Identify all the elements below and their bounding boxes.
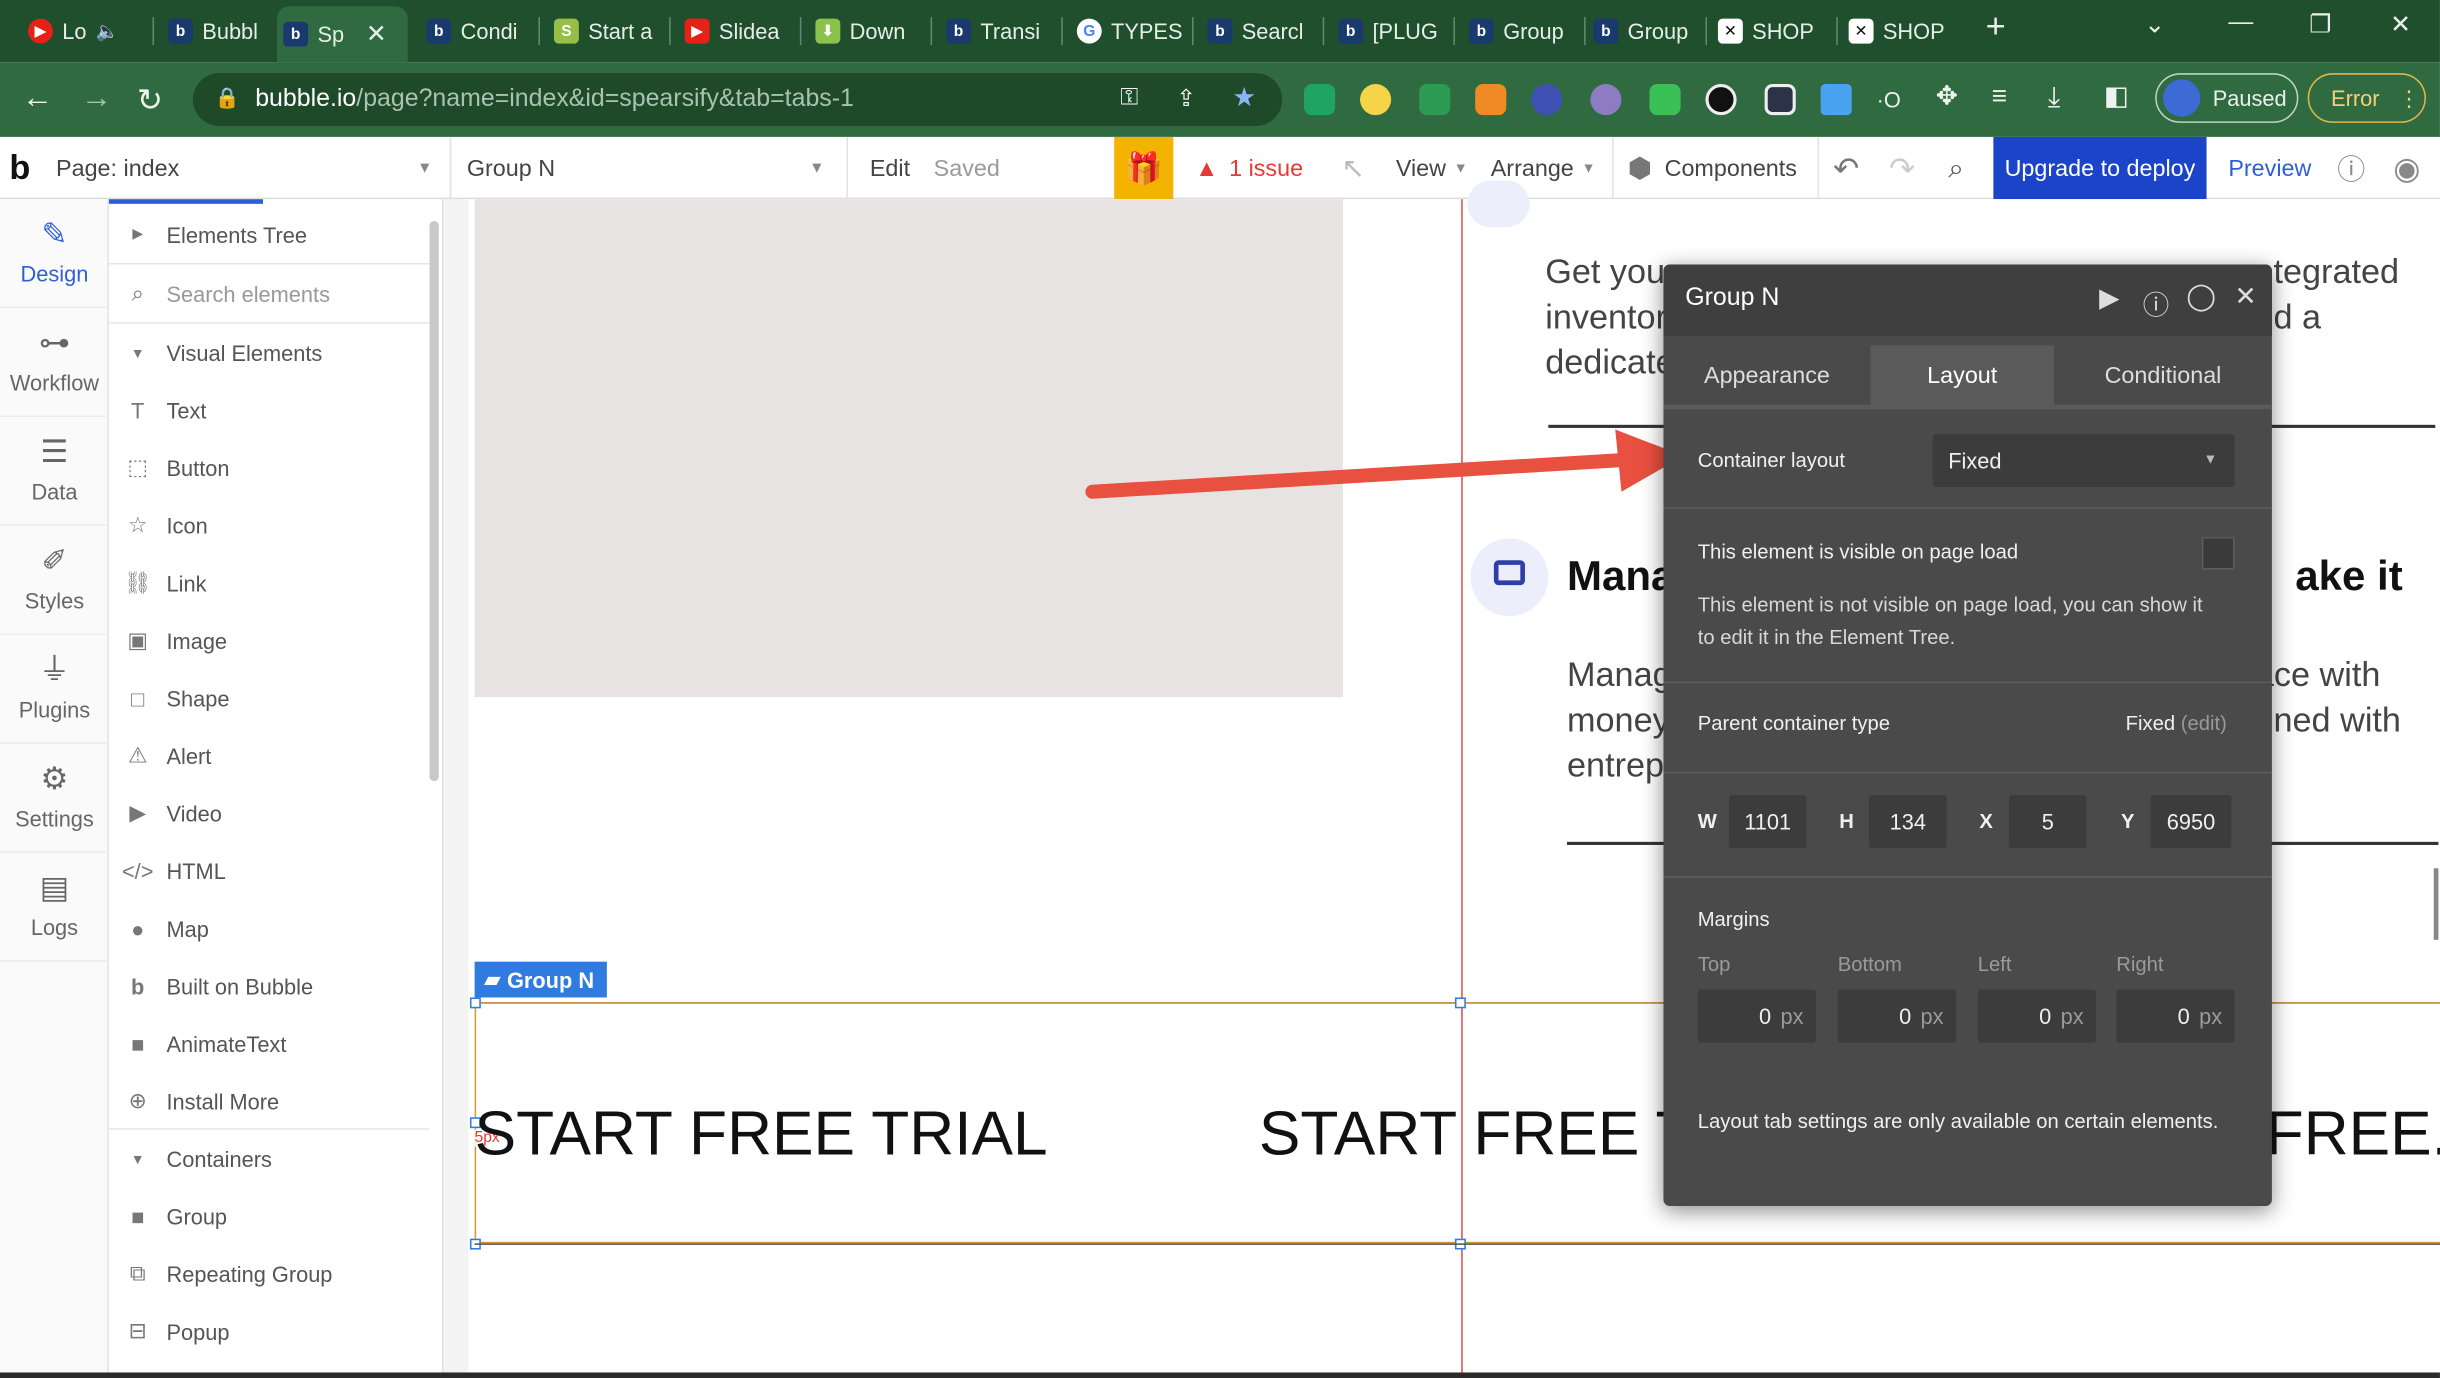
chevron-down-icon: ▼ [2203, 451, 2218, 467]
x-label: X [1979, 809, 1993, 833]
parent-container-value: Fixed (edit) [2126, 711, 2227, 734]
margin-unit: px [1780, 1003, 1804, 1029]
layout-footer-note: Layout tab settings are only available o… [1697, 1109, 2219, 1133]
tab-appearance[interactable]: Appearance [1663, 345, 1870, 404]
margin-unit: px [2060, 1003, 2084, 1029]
visible-on-load-checkbox[interactable] [2201, 536, 2235, 570]
margin-unit: px [1920, 1003, 1944, 1029]
container-layout-value: Fixed [1948, 448, 2002, 474]
property-editor: Group N ▶ ⓘ ◯ ✕ Appearance Layout Condit… [1663, 264, 2272, 1206]
property-editor-title: Group N [1685, 284, 1780, 312]
play-icon[interactable]: ▶ [2099, 283, 2119, 314]
x-input[interactable]: 5 [2008, 795, 2087, 849]
margin-top-label: Top [1697, 952, 1731, 976]
margin-value: 0 [2039, 1003, 2052, 1029]
margin-top-input[interactable]: 0 px [1697, 989, 1816, 1043]
visible-note: This element is not visible on page load… [1697, 592, 2203, 649]
margin-value: 0 [1759, 1003, 1772, 1029]
arrow-shaft [1085, 452, 1648, 499]
width-label: W [1697, 809, 1717, 833]
tab-layout[interactable]: Layout [1870, 345, 2055, 405]
tab-underline [1663, 404, 2272, 410]
y-input[interactable]: 6950 [2150, 795, 2232, 849]
margin-right-label: Right [2116, 952, 2164, 976]
parent-edit-link[interactable]: (edit) [2181, 711, 2227, 734]
tab-conditional[interactable]: Conditional [2054, 345, 2272, 404]
y-label: Y [2120, 809, 2135, 833]
close-icon[interactable]: ✕ [2235, 282, 2257, 313]
width-input[interactable]: 1101 [1728, 795, 1807, 849]
margin-unit: px [2199, 1003, 2223, 1029]
parent-container-label: Parent container type [1697, 711, 1891, 735]
height-label: H [1839, 809, 1854, 833]
comment-icon[interactable]: ◯ [2186, 282, 2216, 313]
margin-left-label: Left [1977, 952, 2012, 976]
margin-left-input[interactable]: 0 px [1977, 989, 2097, 1043]
margin-value: 0 [1899, 1003, 1912, 1029]
margin-value: 0 [2177, 1003, 2190, 1029]
container-layout-label: Container layout [1697, 448, 1846, 472]
margin-right-input[interactable]: 0 px [2116, 989, 2235, 1043]
taskbar-edge [0, 1372, 2440, 1378]
margins-label: Margins [1697, 907, 1770, 931]
margin-bottom-input[interactable]: 0 px [1837, 989, 1957, 1043]
parent-value: Fixed [2125, 711, 2176, 735]
visible-on-load-label: This element is visible on page load [1697, 539, 2019, 564]
info-icon[interactable]: ⓘ [2143, 283, 2169, 322]
container-layout-dropdown[interactable]: Fixed ▼ [1932, 434, 2235, 488]
margin-bottom-label: Bottom [1837, 952, 1902, 976]
height-input[interactable]: 134 [1868, 795, 1947, 849]
